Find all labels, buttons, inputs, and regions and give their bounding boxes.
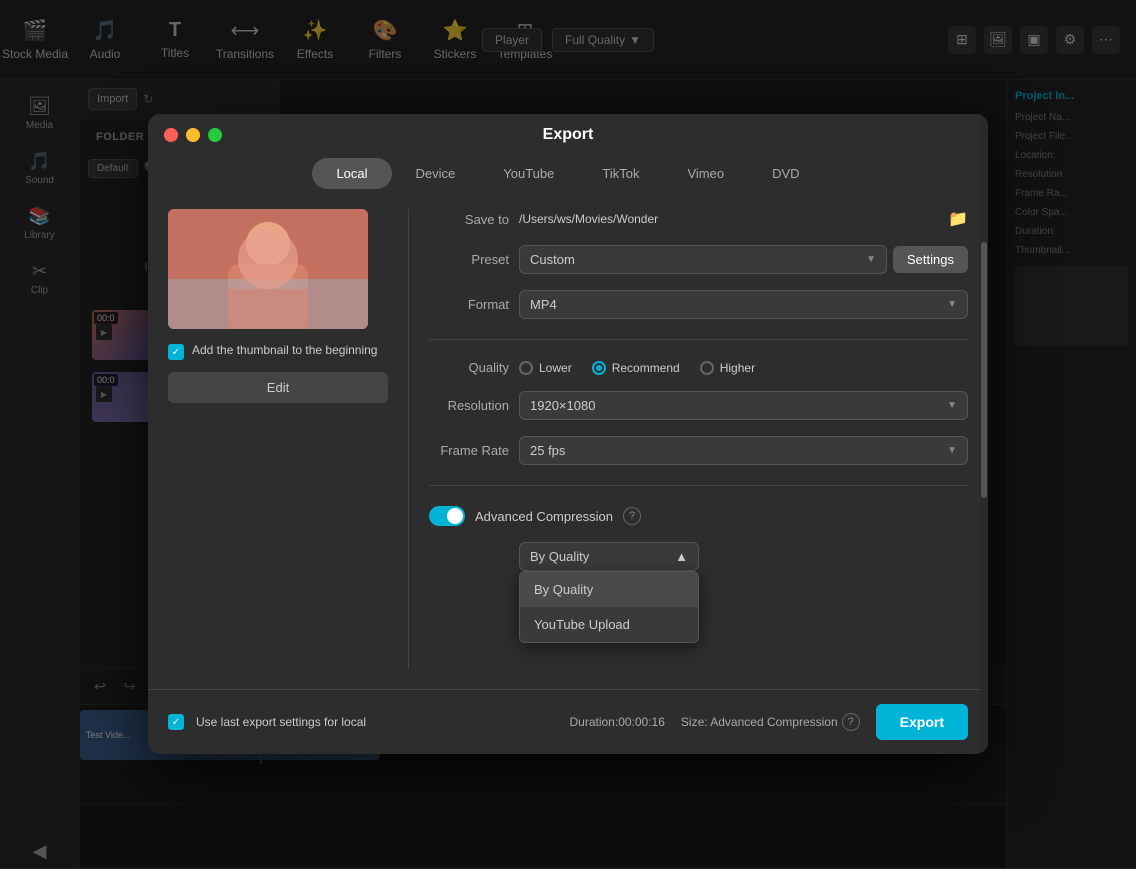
format-chevron-icon: ▼	[947, 299, 957, 310]
preview-section: ✓ Add the thumbnail to the beginning Edi…	[168, 209, 388, 669]
quality-radio-group: Lower Recommend Higher	[519, 361, 755, 375]
size-help-icon[interactable]: ?	[842, 713, 860, 731]
quality-lower-radio	[519, 361, 533, 375]
quality-lower-option[interactable]: Lower	[519, 361, 572, 375]
thumbnail-checkbox[interactable]: ✓	[168, 344, 184, 360]
save-to-row: Save to 📁	[429, 209, 968, 229]
format-dropdown-value: MP4	[530, 297, 557, 312]
scrollbar-thumb	[981, 242, 987, 498]
maximize-button[interactable]	[208, 128, 222, 142]
use-last-settings-label: Use last export settings for local	[196, 715, 366, 729]
divider-1	[429, 339, 968, 340]
settings-button[interactable]: Settings	[893, 246, 968, 273]
tab-dvd[interactable]: DVD	[748, 158, 823, 189]
quality-recommend-option[interactable]: Recommend	[592, 361, 680, 375]
preset-chevron-icon: ▼	[866, 254, 876, 265]
quality-higher-label: Higher	[720, 361, 755, 375]
export-button[interactable]: Export	[876, 704, 968, 740]
resolution-dropdown[interactable]: 1920×1080 ▼	[519, 391, 968, 420]
frame-rate-chevron-icon: ▼	[947, 445, 957, 456]
modal-scrollbar[interactable]	[980, 114, 988, 754]
compression-dropdown[interactable]: By Quality ▲	[519, 542, 699, 571]
frame-rate-dropdown[interactable]: 25 fps ▼	[519, 436, 968, 465]
modal-tabs: Local Device YouTube TikTok Vimeo DVD	[148, 142, 988, 189]
use-last-settings-checkbox[interactable]: ✓	[168, 714, 184, 730]
footer-info: Duration:00:00:16 Size: Advanced Compres…	[570, 704, 969, 740]
quality-recommend-radio	[592, 361, 606, 375]
dropdown-item-by-quality[interactable]: By Quality	[520, 572, 698, 607]
compression-dropdown-container: By Quality ▲ By Quality YouTube Upload	[519, 542, 968, 571]
resolution-field-label: Resolution	[429, 398, 509, 413]
frame-rate-dropdown-value: 25 fps	[530, 443, 565, 458]
modal-body: ✓ Add the thumbnail to the beginning Edi…	[148, 189, 988, 689]
tab-local[interactable]: Local	[312, 158, 391, 189]
resolution-chevron-icon: ▼	[947, 400, 957, 411]
compression-toggle[interactable]	[429, 506, 465, 526]
format-label: Format	[429, 297, 509, 312]
thumbnail-image	[168, 209, 368, 329]
tab-vimeo[interactable]: Vimeo	[663, 158, 748, 189]
preset-dropdown-value: Custom	[530, 252, 575, 267]
modal-titlebar: Export	[148, 114, 988, 142]
compression-label: Advanced Compression	[475, 509, 613, 524]
quality-options-row: Lower Recommend Higher	[519, 361, 968, 375]
folder-open-icon[interactable]: 📁	[948, 209, 968, 229]
export-modal: Export Local Device YouTube TikTok Vimeo…	[148, 114, 988, 754]
resolution-field-row: Resolution 1920×1080 ▼	[429, 391, 968, 420]
modal-title: Export	[543, 126, 594, 144]
modal-footer: ✓ Use last export settings for local Dur…	[148, 689, 988, 754]
section-divider	[408, 209, 409, 669]
thumbnail-checkbox-label: Add the thumbnail to the beginning	[192, 343, 377, 357]
quality-recommend-label: Recommend	[612, 361, 680, 375]
frame-rate-field-row: Frame Rate 25 fps ▼	[429, 436, 968, 465]
quality-lower-label: Lower	[539, 361, 572, 375]
quality-higher-radio	[700, 361, 714, 375]
minimize-button[interactable]	[186, 128, 200, 142]
frame-rate-field-label: Frame Rate	[429, 443, 509, 458]
resolution-value: 1920×1080 ▼	[519, 391, 968, 420]
tab-device[interactable]: Device	[392, 158, 480, 189]
format-value: MP4 ▼	[519, 290, 968, 319]
format-dropdown[interactable]: MP4 ▼	[519, 290, 968, 319]
compression-dropdown-chevron-icon: ▲	[675, 549, 688, 564]
quality-row: Quality Lower Recommend	[429, 360, 968, 375]
window-controls	[164, 128, 222, 142]
advanced-compression-row: Advanced Compression ?	[429, 506, 968, 526]
preview-thumbnail	[168, 209, 368, 329]
dropdown-item-youtube-upload[interactable]: YouTube Upload	[520, 607, 698, 642]
save-to-input[interactable]	[519, 212, 942, 226]
footer-size: Size: Advanced Compression ?	[681, 713, 860, 731]
thumbnail-checkbox-row: ✓ Add the thumbnail to the beginning	[168, 343, 388, 360]
footer-duration: Duration:00:00:16	[570, 715, 665, 729]
resolution-dropdown-value: 1920×1080	[530, 398, 595, 413]
compression-dropdown-menu: By Quality YouTube Upload	[519, 571, 699, 643]
tab-youtube[interactable]: YouTube	[479, 158, 578, 189]
preset-dropdown[interactable]: Custom ▼	[519, 245, 887, 274]
quality-field-label: Quality	[429, 360, 509, 375]
save-to-value: 📁	[519, 209, 968, 229]
format-row: Format MP4 ▼	[429, 290, 968, 319]
save-to-label: Save to	[429, 212, 509, 227]
divider-2	[429, 485, 968, 486]
quality-higher-option[interactable]: Higher	[700, 361, 755, 375]
frame-rate-value: 25 fps ▼	[519, 436, 968, 465]
compression-dropdown-value: By Quality	[530, 549, 589, 564]
preset-value: Custom ▼ Settings	[519, 245, 968, 274]
tab-tiktok[interactable]: TikTok	[578, 158, 663, 189]
edit-button[interactable]: Edit	[168, 372, 388, 403]
settings-section: Save to 📁 Preset Custom ▼ Settings	[429, 209, 968, 669]
footer-size-label: Size: Advanced Compression	[681, 715, 838, 729]
compression-help-icon[interactable]: ?	[623, 507, 641, 525]
toggle-thumb	[447, 508, 463, 524]
preset-label: Preset	[429, 252, 509, 267]
modal-backdrop: Export Local Device YouTube TikTok Vimeo…	[0, 0, 1136, 868]
preset-row: Preset Custom ▼ Settings	[429, 245, 968, 274]
close-button[interactable]	[164, 128, 178, 142]
